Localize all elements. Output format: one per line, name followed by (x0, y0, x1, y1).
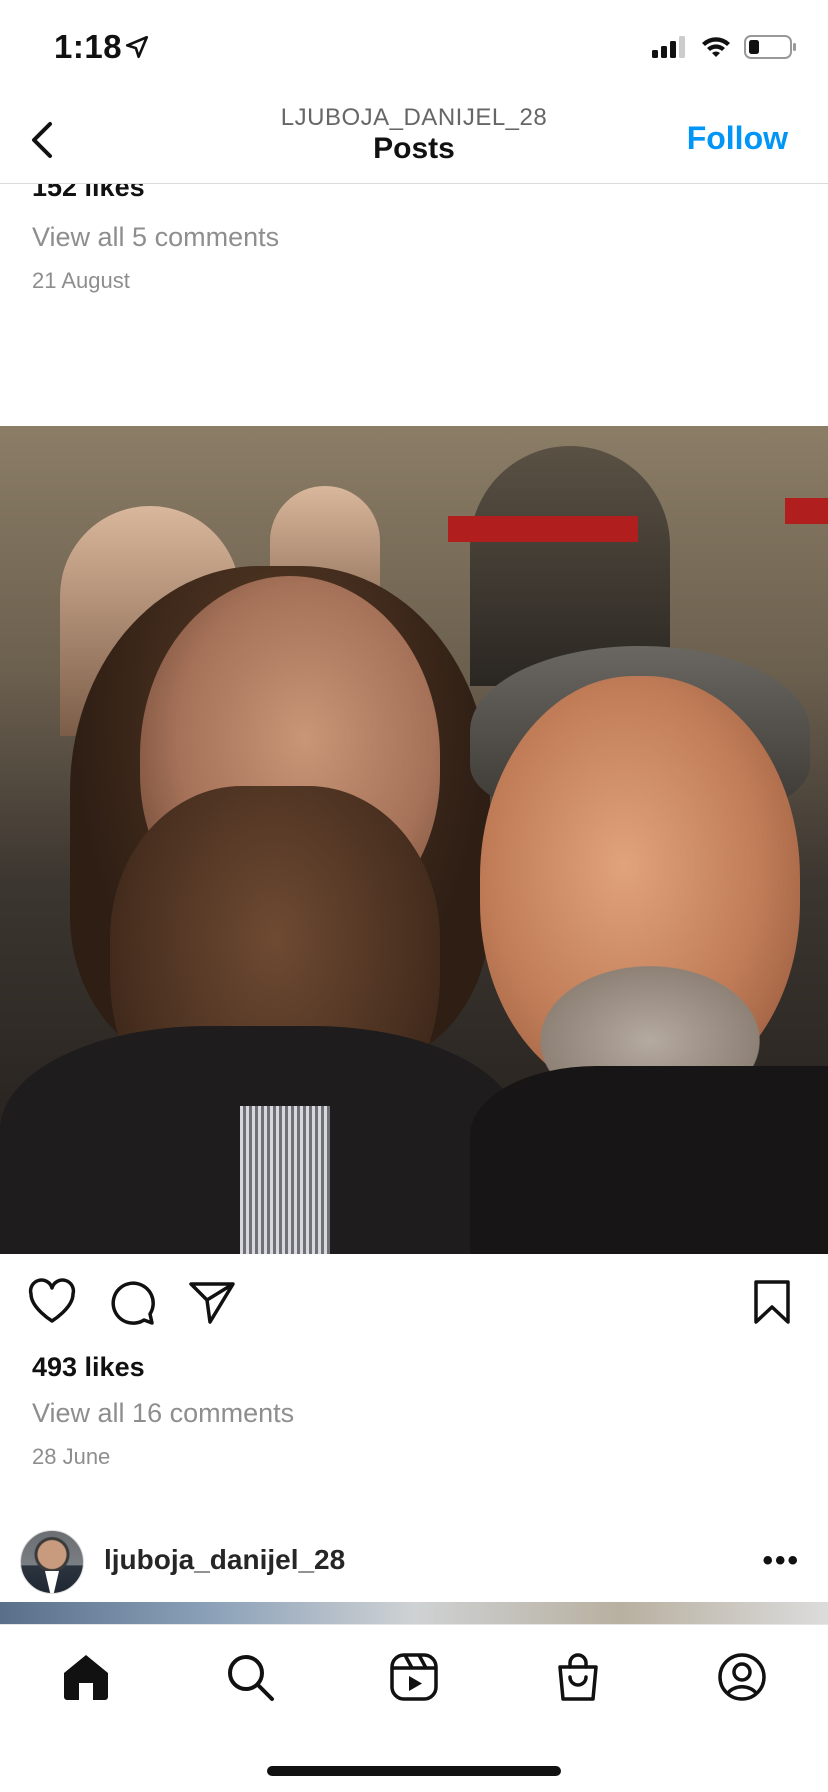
photo-awning (448, 516, 638, 542)
posts-feed[interactable]: 152 likes View all 5 comments 21 August … (0, 184, 828, 1624)
previous-post-likes[interactable]: 152 likes (32, 184, 145, 203)
home-indicator[interactable] (267, 1766, 561, 1776)
post-comments-link[interactable]: View all 16 comments (32, 1398, 294, 1429)
share-icon[interactable] (186, 1276, 238, 1328)
battery-icon (744, 34, 798, 65)
posts-header: LJUBOJA_DANIJEL_28 Posts Follow (0, 100, 828, 184)
post-actions (0, 1254, 828, 1354)
more-options-icon[interactable]: ••• (762, 1544, 800, 1578)
next-post-photo[interactable] (0, 1602, 828, 1624)
post-likes[interactable]: 493 likes (32, 1352, 145, 1383)
reels-icon[interactable] (388, 1651, 440, 1703)
previous-post-comments-link[interactable]: View all 5 comments (32, 222, 279, 253)
search-icon[interactable] (224, 1651, 276, 1703)
post-date: 28 June (32, 1444, 111, 1469)
status-icons (652, 34, 798, 65)
previous-post-date: 21 August (32, 268, 130, 293)
photo-coat-right (470, 1066, 828, 1254)
next-post-header: ljuboja_danijel_28 ••• (0, 1518, 828, 1602)
follow-button[interactable]: Follow (687, 120, 788, 157)
home-icon[interactable] (60, 1651, 112, 1703)
profile-icon[interactable] (716, 1651, 768, 1703)
post-photo[interactable] (0, 426, 828, 1254)
photo-shirt-left (240, 1106, 330, 1254)
shop-icon[interactable] (552, 1651, 604, 1703)
status-time: 1:18 (54, 28, 123, 65)
signal-bars-icon (652, 35, 688, 64)
bookmark-icon[interactable] (746, 1276, 798, 1328)
wifi-icon (700, 35, 732, 64)
location-arrow-icon (124, 34, 150, 65)
heart-icon[interactable] (26, 1276, 78, 1328)
comment-icon[interactable] (106, 1276, 158, 1328)
status-bar: 1:18 (0, 0, 828, 100)
photo-awning-right (785, 498, 828, 524)
avatar[interactable] (20, 1530, 84, 1594)
next-post-username[interactable]: ljuboja_danijel_28 (104, 1544, 345, 1576)
